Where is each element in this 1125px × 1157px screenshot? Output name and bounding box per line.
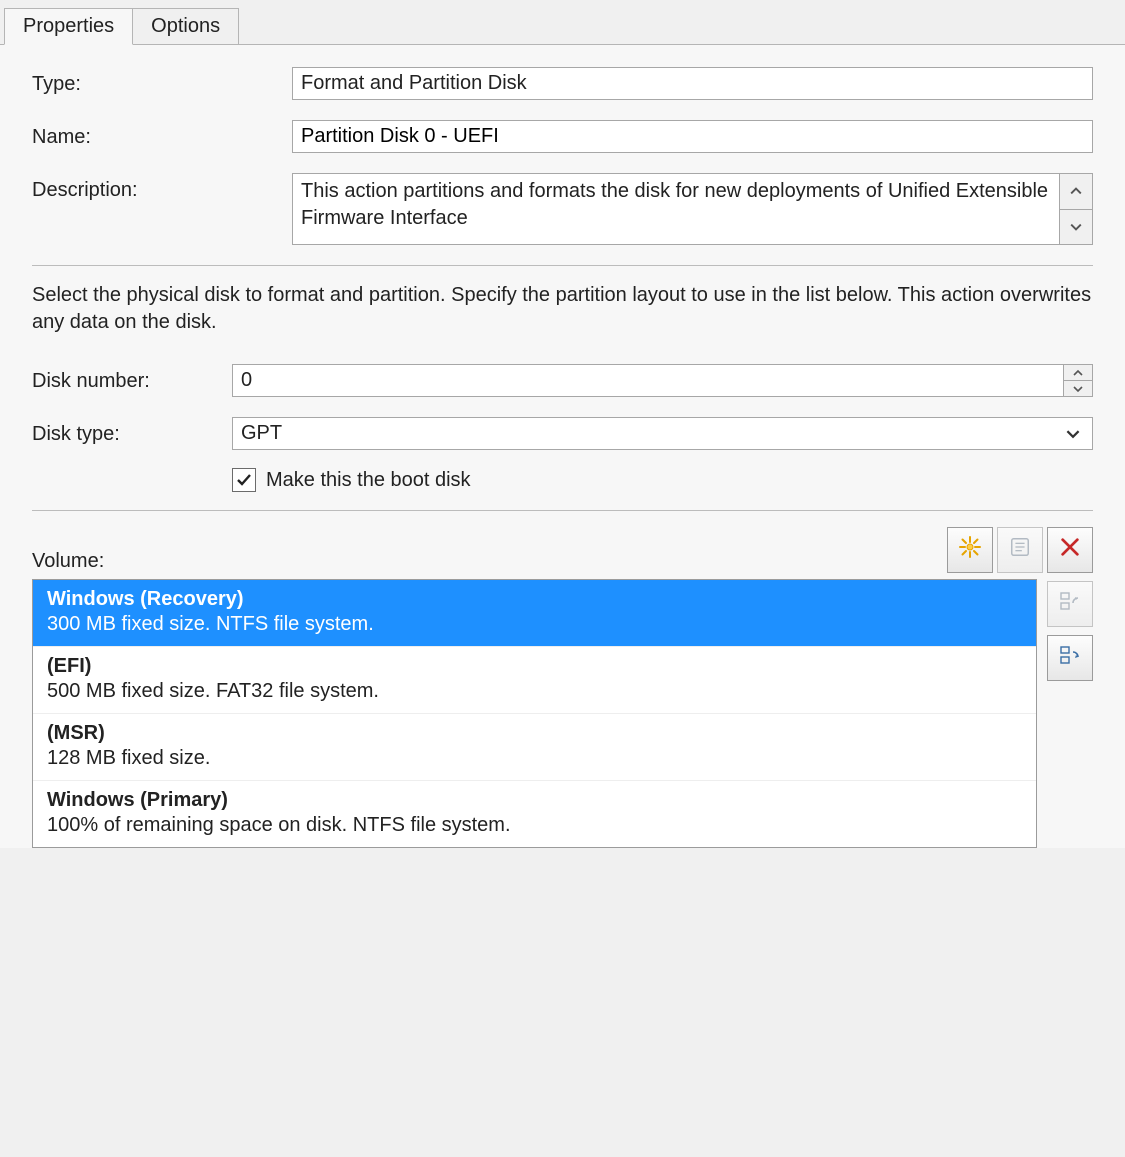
- volume-side-tools: [1047, 579, 1093, 681]
- name-label: Name:: [32, 120, 292, 149]
- type-label: Type:: [32, 67, 292, 96]
- tab-options[interactable]: Options: [132, 8, 239, 44]
- volume-item-subtitle: 100% of remaining space on disk. NTFS fi…: [47, 814, 1022, 837]
- tab-options-label: Options: [151, 15, 220, 37]
- move-up-button[interactable]: [1047, 581, 1093, 627]
- volume-header: Volume:: [32, 527, 1093, 573]
- scroll-up-button[interactable]: [1060, 174, 1092, 210]
- properties-volume-button[interactable]: [997, 527, 1043, 573]
- instruction-text: Select the physical disk to format and p…: [32, 282, 1093, 336]
- row-disk-number: Disk number: 0: [32, 364, 1093, 397]
- spinner-up-button[interactable]: [1064, 365, 1092, 381]
- delete-volume-button[interactable]: [1047, 527, 1093, 573]
- name-input[interactable]: [292, 120, 1093, 153]
- spinner-down-button[interactable]: [1064, 381, 1092, 396]
- row-boot-checkbox: Make this the boot disk: [32, 460, 1093, 492]
- volume-item[interactable]: (MSR)128 MB fixed size.: [33, 714, 1036, 781]
- description-label: Description:: [32, 173, 292, 202]
- volume-area: Windows (Recovery)300 MB fixed size. NTF…: [32, 579, 1093, 848]
- boot-disk-label: Make this the boot disk: [266, 469, 471, 492]
- volume-toolbar: [947, 527, 1093, 573]
- row-type: Type: Format and Partition Disk: [32, 67, 1093, 100]
- row-description: Description: This action partitions and …: [32, 173, 1093, 245]
- volume-list[interactable]: Windows (Recovery)300 MB fixed size. NTF…: [32, 579, 1037, 848]
- properties-panel: Properties Options Type: Format and Part…: [0, 0, 1125, 848]
- volume-item-subtitle: 300 MB fixed size. NTFS file system.: [47, 613, 1022, 636]
- volume-item-title: Windows (Recovery): [47, 588, 1022, 611]
- volume-item[interactable]: (EFI)500 MB fixed size. FAT32 file syste…: [33, 647, 1036, 714]
- move-up-icon: [1058, 589, 1082, 619]
- divider-2: [32, 510, 1093, 511]
- row-disk-type: Disk type: GPT: [32, 417, 1093, 450]
- type-field: Format and Partition Disk: [292, 67, 1093, 100]
- volume-item[interactable]: Windows (Recovery)300 MB fixed size. NTF…: [33, 580, 1036, 647]
- disk-type-select[interactable]: GPT: [232, 417, 1093, 450]
- volume-item-title: (EFI): [47, 655, 1022, 678]
- properties-icon: [1009, 536, 1031, 564]
- disk-number-input[interactable]: 0: [232, 364, 1064, 397]
- sunburst-icon: [958, 535, 982, 565]
- volume-item-title: Windows (Primary): [47, 789, 1022, 812]
- disk-number-label: Disk number:: [32, 364, 232, 393]
- panel-body: Type: Format and Partition Disk Name: De…: [0, 45, 1125, 848]
- row-name: Name:: [32, 120, 1093, 153]
- move-down-icon: [1058, 643, 1082, 673]
- volume-item-subtitle: 500 MB fixed size. FAT32 file system.: [47, 680, 1022, 703]
- volume-item[interactable]: Windows (Primary)100% of remaining space…: [33, 781, 1036, 847]
- move-down-button[interactable]: [1047, 635, 1093, 681]
- scroll-down-button[interactable]: [1060, 210, 1092, 245]
- volume-item-title: (MSR): [47, 722, 1022, 745]
- divider-1: [32, 265, 1093, 266]
- delete-x-icon: [1059, 536, 1081, 564]
- tab-properties-label: Properties: [23, 15, 114, 37]
- description-scrollbar: [1060, 173, 1093, 245]
- new-volume-button[interactable]: [947, 527, 993, 573]
- tabstrip: Properties Options: [0, 0, 1125, 45]
- disk-type-label: Disk type:: [32, 417, 232, 446]
- disk-number-spinner: [1064, 364, 1093, 397]
- volume-item-subtitle: 128 MB fixed size.: [47, 747, 1022, 770]
- description-textarea[interactable]: This action partitions and formats the d…: [292, 173, 1060, 245]
- tab-properties[interactable]: Properties: [4, 8, 133, 45]
- volume-label: Volume:: [32, 550, 104, 573]
- boot-disk-checkbox[interactable]: [232, 468, 256, 492]
